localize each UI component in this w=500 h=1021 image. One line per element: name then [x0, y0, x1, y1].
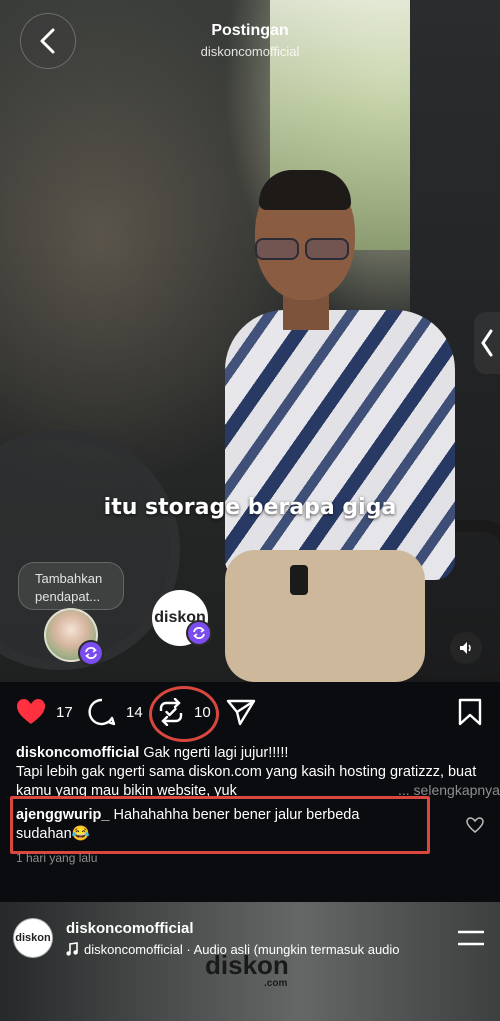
next-post-avatar[interactable]: diskon [13, 918, 53, 958]
post-caption-line1: Gak ngerti lagi jujur!!!!! [143, 745, 289, 761]
action-bar: 17 14 10 [0, 682, 500, 742]
repost-badge-icon [186, 620, 212, 646]
bookmark-icon [458, 698, 482, 726]
comment-timestamp: 1 hari yang lalu [16, 851, 98, 865]
comment-bubble-icon [88, 698, 116, 726]
repost-badge-icon [78, 640, 104, 666]
comment-username[interactable]: ajenggwurip_ [16, 807, 109, 823]
like-count: 17 [56, 703, 73, 721]
heart-icon [17, 699, 45, 724]
comment-button[interactable]: 14 [88, 696, 143, 728]
next-post-logo: diskon [205, 950, 289, 980]
share-button[interactable] [226, 696, 256, 728]
repost-highlight-annotation [149, 686, 219, 742]
add-note-bubble[interactable]: Tambahkan pendapat... [18, 562, 124, 610]
next-post-logo-sub: .com [264, 978, 288, 989]
comment-count: 14 [126, 703, 143, 721]
page-title: Postingan [211, 22, 289, 39]
next-post-menu-button[interactable] [457, 930, 485, 951]
chevron-left-icon [481, 329, 493, 357]
comment-like-button[interactable] [466, 817, 484, 838]
heart-outline-icon [466, 817, 484, 833]
mute-button[interactable] [450, 632, 482, 664]
video-player[interactable]: itu storage berapa giga Tambahkan pendap… [0, 0, 500, 682]
video-person [205, 170, 465, 682]
like-button[interactable]: 17 [16, 696, 73, 728]
side-panel-tab[interactable] [474, 312, 500, 374]
next-post-username[interactable]: diskoncomofficial [66, 920, 194, 937]
page-subtitle[interactable]: diskoncomofficial [0, 44, 500, 59]
menu-icon [457, 930, 485, 946]
music-note-icon [66, 942, 78, 956]
save-button[interactable] [458, 696, 482, 728]
next-post-avatar-text: diskon [15, 932, 51, 944]
comment-item: ajenggwurip_ Hahahahha bener bener jalur… [16, 806, 416, 844]
send-icon [226, 699, 256, 726]
post-username[interactable]: diskoncomofficial [16, 745, 139, 761]
speaker-icon [460, 642, 471, 654]
next-post-preview[interactable]: diskon diskoncomofficial diskoncomoffici… [0, 902, 500, 1021]
video-caption: itu storage berapa giga [103, 495, 397, 520]
